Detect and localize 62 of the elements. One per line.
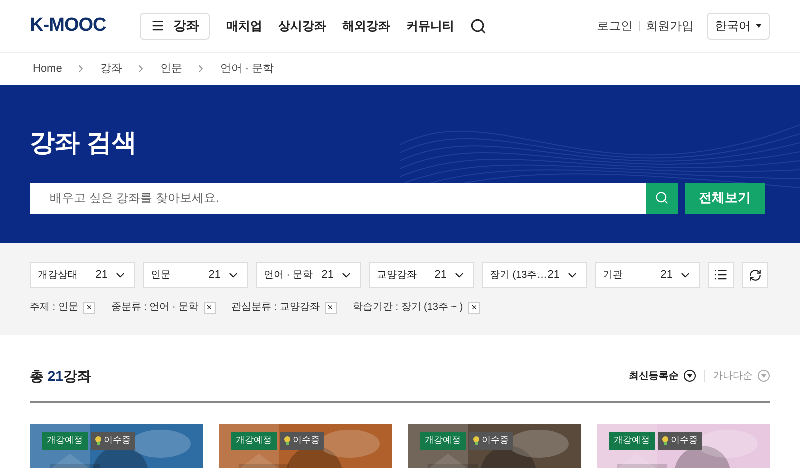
filter-select[interactable]: 기관 21 bbox=[595, 262, 700, 288]
status-badge: 개강예정 bbox=[609, 432, 655, 450]
login-link[interactable]: 로그인 bbox=[597, 17, 633, 35]
page-title: 강좌 검색 bbox=[30, 128, 138, 159]
close-icon bbox=[327, 304, 334, 311]
menu-icon bbox=[151, 19, 166, 33]
medal-icon bbox=[662, 436, 669, 446]
filter-select[interactable]: 장기 (13주…21 bbox=[482, 262, 587, 288]
remove-tag-button[interactable] bbox=[468, 302, 480, 314]
sort-option[interactable]: 최신등록순 bbox=[629, 368, 696, 384]
status-badge: 개강예정 bbox=[42, 432, 88, 450]
course-card[interactable]: 개강예정 이수증 bbox=[219, 424, 392, 468]
nav-link[interactable]: 상시강좌 bbox=[270, 17, 334, 35]
filter-select[interactable]: 언어 · 문학 21 bbox=[256, 262, 361, 288]
dropdown-icon bbox=[758, 370, 770, 382]
breadcrumb-link[interactable]: 강좌 bbox=[100, 60, 122, 78]
language-select[interactable]: 한국어 bbox=[707, 12, 770, 40]
course-card[interactable]: 개강예정 이수증 bbox=[30, 424, 203, 468]
certificate-badge: 이수증 bbox=[469, 432, 513, 450]
reset-button[interactable] bbox=[742, 262, 768, 288]
menu-button[interactable]: 강좌 bbox=[140, 12, 210, 40]
filter-tag: 중분류 : 언어 · 문학 bbox=[111, 300, 199, 315]
logo[interactable]: K-MOOC bbox=[30, 12, 106, 40]
list-view-button[interactable] bbox=[708, 262, 734, 288]
medal-icon bbox=[473, 436, 480, 446]
filter-tag: 주제 : 인문 bbox=[30, 300, 78, 315]
caret-icon bbox=[756, 24, 762, 28]
search-icon[interactable] bbox=[470, 18, 488, 34]
certificate-badge: 이수증 bbox=[91, 432, 135, 450]
nav-link[interactable]: 매치업 bbox=[218, 17, 270, 35]
filter-tag: 학습기간 : 장기 (13주 ~ ) bbox=[352, 300, 464, 315]
filter-select[interactable]: 교양강좌 21 bbox=[369, 262, 474, 288]
breadcrumb-link[interactable]: 언어 · 문학 bbox=[220, 60, 274, 78]
filter-select[interactable]: 개강상태 21 bbox=[30, 262, 135, 288]
remove-tag-button[interactable] bbox=[204, 302, 216, 314]
search-field[interactable]: 배우고 싶은 강좌를 찾아보세요. bbox=[30, 182, 646, 214]
course-card[interactable]: 개강예정 이수증 bbox=[408, 424, 581, 468]
close-icon bbox=[470, 304, 478, 311]
status-badge: 개강예정 bbox=[231, 432, 277, 450]
medal-icon bbox=[95, 436, 102, 446]
result-count: 총 21강좌 bbox=[30, 366, 92, 386]
medal-icon bbox=[284, 436, 291, 446]
breadcrumb-link[interactable]: Home bbox=[33, 60, 62, 78]
certificate-badge: 이수증 bbox=[658, 432, 702, 450]
nav-link[interactable]: 커뮤니티 bbox=[398, 17, 462, 35]
signup-link[interactable]: 회원가입 bbox=[646, 17, 694, 35]
dropdown-icon bbox=[684, 370, 696, 382]
nav-link[interactable]: 해외강좌 bbox=[334, 17, 398, 35]
filter-tag: 관심분류 : 교양강좌 bbox=[232, 300, 320, 315]
filter-select[interactable]: 인문 21 bbox=[143, 262, 248, 288]
refresh-icon bbox=[748, 268, 762, 282]
course-card[interactable]: 개강예정 이수증 bbox=[597, 424, 770, 468]
remove-tag-button[interactable] bbox=[324, 302, 337, 314]
close-icon bbox=[86, 304, 93, 311]
search-icon bbox=[655, 191, 669, 205]
list-icon bbox=[714, 268, 728, 282]
search-button[interactable] bbox=[646, 182, 678, 214]
breadcrumb-link[interactable]: 인문 bbox=[160, 60, 182, 78]
close-icon bbox=[206, 304, 214, 311]
certificate-badge: 이수증 bbox=[280, 432, 324, 450]
status-badge: 개강예정 bbox=[420, 432, 466, 450]
remove-tag-button[interactable] bbox=[83, 302, 96, 314]
